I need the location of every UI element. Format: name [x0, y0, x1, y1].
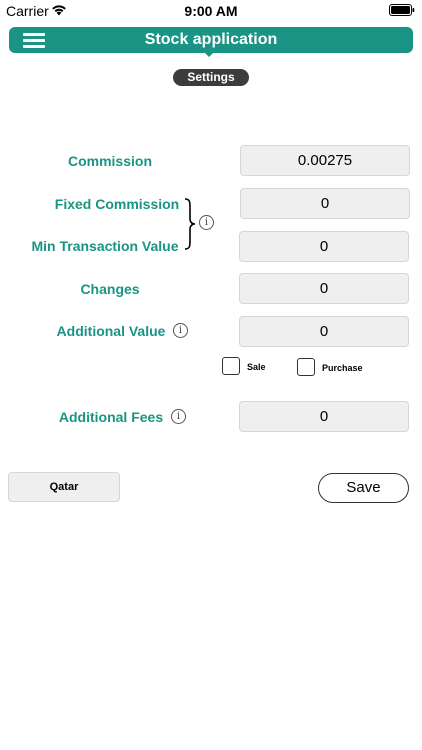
sale-checkbox-label: Sale [247, 362, 266, 372]
changes-label: Changes [80, 281, 140, 297]
info-icon[interactable]: i [171, 409, 186, 424]
nav-bar: Stock application [9, 27, 413, 53]
commission-input[interactable] [240, 145, 410, 176]
additional-fees-label: Additional Fees [58, 409, 164, 425]
purchase-checkbox[interactable] [297, 358, 315, 376]
min-transaction-value-label: Min Transaction Value [31, 238, 179, 254]
additional-value-input[interactable] [239, 316, 409, 347]
bracket-icon [184, 198, 196, 250]
changes-input[interactable] [239, 273, 409, 304]
nav-title: Stock application [144, 31, 278, 48]
fixed-commission-input[interactable] [240, 188, 410, 219]
purchase-checkbox-label: Purchase [322, 363, 363, 373]
additional-value-label: Additional Value [56, 323, 166, 339]
sale-checkbox[interactable] [222, 357, 240, 375]
min-transaction-value-input[interactable] [239, 231, 409, 262]
battery-icon [389, 4, 415, 16]
country-button[interactable]: Qatar [8, 472, 120, 502]
info-icon[interactable]: i [173, 323, 188, 338]
status-bar: Carrier 9:00 AM [0, 0, 422, 22]
settings-pill[interactable]: Settings [173, 69, 249, 86]
status-time: 9:00 AM [184, 3, 238, 19]
info-icon[interactable]: i [199, 215, 214, 230]
additional-fees-input[interactable] [239, 401, 409, 432]
commission-label: Commission [67, 153, 152, 169]
nav-pointer-arrow [203, 51, 215, 57]
save-button[interactable]: Save [318, 473, 409, 503]
fixed-commission-label: Fixed Commission [54, 196, 180, 212]
